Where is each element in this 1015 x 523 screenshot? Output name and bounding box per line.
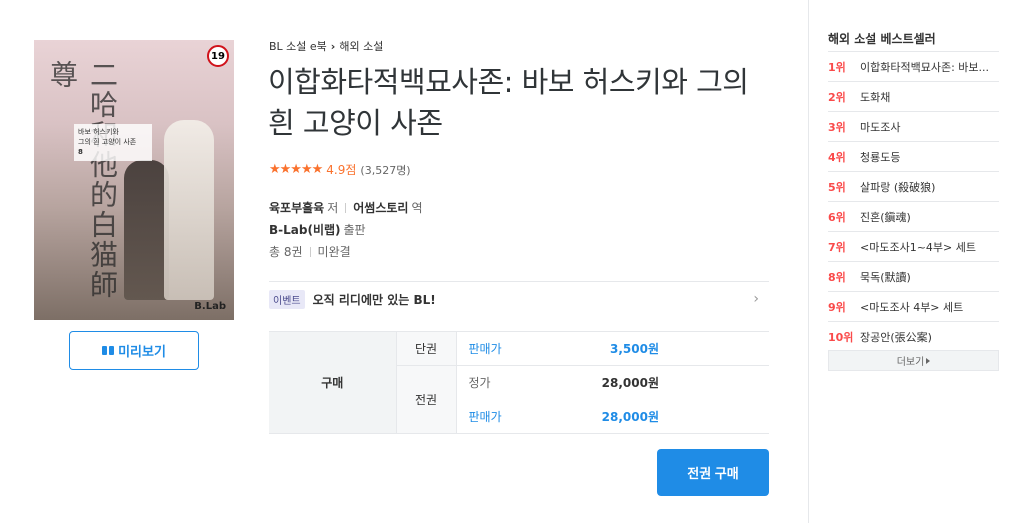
rank: 3위 [828, 120, 846, 134]
rating-score: 4.9점 [326, 163, 357, 177]
cover-title-line: 바보 허스키와 [78, 128, 119, 136]
bestseller-name: <마도조사 4부> 세트 [860, 300, 964, 314]
more-label: 더보기 [896, 357, 925, 368]
buy-all-button[interactable]: 전권 구매 [657, 449, 769, 496]
preview-label: 미리보기 [118, 344, 166, 359]
bestseller-item[interactable]: 5위 살파랑 (殺破狼) [828, 172, 999, 202]
bestseller-item[interactable]: 1위 이합화타적백묘사존: 바보... [828, 52, 999, 82]
bestseller-name: 장공안(張公案) [860, 330, 932, 344]
rank: 7위 [828, 240, 846, 254]
cover-brand: B.Lab [194, 301, 226, 312]
bestseller-name: <마도조사1~4부> 세트 [860, 240, 976, 254]
event-banner[interactable]: 이벤트 오직 리디에만 있는 BL! › [269, 281, 769, 317]
rating: ★★★★★ 4.9점 (3,527명) [269, 161, 411, 178]
cover-volume: 8 [78, 147, 83, 156]
bestseller-name: 이합화타적백묘사존: 바보... [860, 60, 990, 74]
rank: 8위 [828, 270, 846, 284]
set-label: 전권 [395, 365, 457, 434]
rank: 1위 [828, 60, 846, 74]
rank: 6위 [828, 210, 846, 224]
publisher-role: 출판 [343, 223, 366, 237]
bestseller-item[interactable]: 2위 도화채 [828, 82, 999, 112]
bestseller-item[interactable]: 4위 청룡도등 [828, 142, 999, 172]
book-open-icon [102, 346, 115, 355]
breadcrumb: BL 소설 e북 › 해외 소설 [269, 38, 383, 54]
volume-row: 총 8권 미완결 [269, 243, 351, 260]
cover-vertical-title: 二哈和他的白猫師尊 [46, 60, 119, 300]
book-title: 이합화타적백묘사존: 바보 허스키와 그의 흰 고양이 사존 [268, 65, 749, 140]
star-rating-icon: ★★★★★ [269, 162, 323, 177]
bestseller-name: 도화채 [860, 90, 891, 104]
translator-name[interactable]: 어썸스토리 [353, 199, 408, 216]
list-price-label: 정가 [456, 365, 524, 400]
bestseller-name: 마도조사 [860, 120, 901, 134]
bestseller-title: 해외 소설 베스트셀러 [828, 32, 936, 46]
bestseller-name: 살파랑 (殺破狼) [860, 180, 936, 194]
divider [345, 202, 347, 213]
bestseller-item[interactable]: 8위 묵독(默讀) [828, 262, 999, 292]
volume-count: 총 8권 [269, 245, 303, 259]
publisher-row: B-Lab(비랩) 출판 [269, 221, 366, 238]
cover-figure-light [164, 120, 214, 300]
bestseller-item[interactable]: 7위 <마도조사1~4부> 세트 [828, 232, 999, 262]
set-sale-price-label: 판매가 [456, 399, 524, 434]
set-sale-price: 28,000원 [523, 399, 769, 434]
series-status: 미완결 [317, 245, 351, 259]
rank: 5위 [828, 180, 846, 194]
single-sale-price: 3,500원 [523, 331, 769, 366]
rank: 9위 [828, 300, 846, 314]
panel-divider [808, 0, 809, 523]
preview-button[interactable]: 미리보기 [69, 331, 199, 370]
bestseller-list: 1위 이합화타적백묘사존: 바보... 2위 도화채 3위 마도조사 4위 청룡도등 5… [828, 51, 999, 352]
publisher-name[interactable]: B-Lab(비랩) [269, 221, 341, 238]
cover-title-box: 바보 허스키와 그의 흰 고양이 사존 8 [74, 124, 152, 162]
cover-figure-dark [124, 160, 169, 300]
single-sale-price-label: 판매가 [456, 331, 524, 366]
author-row: 육포부흘육 저 어썸스토리 역 [269, 199, 423, 216]
cover-title-line: 그의 흰 고양이 사존 [78, 137, 137, 146]
rank: 10위 [828, 330, 854, 344]
bestseller-name: 진혼(鎭魂) [860, 210, 911, 224]
bestseller-name: 묵독(默讀) [860, 270, 911, 284]
price-table: 구매 단권 판매가 3,500원 전권 정가 28,000원 판매가 28,00… [269, 331, 769, 434]
rank: 2위 [828, 90, 846, 104]
author-role: 저 [327, 201, 339, 215]
bestseller-item[interactable]: 10위 장공안(張公案) [828, 322, 999, 352]
rating-count: (3,527명) [360, 163, 411, 177]
buy-label: 구매 [269, 331, 396, 434]
bestseller-name: 청룡도등 [860, 150, 901, 164]
breadcrumb-category[interactable]: BL 소설 e북 [269, 38, 327, 54]
event-text: 오직 리디에만 있는 BL! [312, 293, 436, 307]
age-rating-badge: 19 [207, 45, 229, 67]
single-volume-label: 단권 [395, 331, 457, 366]
event-tag: 이벤트 [269, 290, 305, 309]
chevron-right-icon: › [330, 39, 336, 53]
bestseller-item[interactable]: 9위 <마도조사 4부> 세트 [828, 292, 999, 322]
book-cover[interactable]: 二哈和他的白猫師尊 바보 허스키와 그의 흰 고양이 사존 8 19 B.Lab [34, 40, 234, 320]
breadcrumb-subcategory[interactable]: 해외 소설 [339, 38, 383, 54]
translator-role: 역 [411, 201, 423, 215]
divider [309, 246, 311, 257]
author-name[interactable]: 육포부흘육 [269, 199, 324, 216]
bestseller-item[interactable]: 3위 마도조사 [828, 112, 999, 142]
more-button[interactable]: 더보기 [828, 350, 999, 371]
rank: 4위 [828, 150, 846, 164]
bestseller-item[interactable]: 6위 진혼(鎭魂) [828, 202, 999, 232]
list-price: 28,000원 [523, 365, 769, 400]
chevron-right-icon: › [753, 291, 759, 307]
triangle-right-icon [926, 357, 931, 364]
